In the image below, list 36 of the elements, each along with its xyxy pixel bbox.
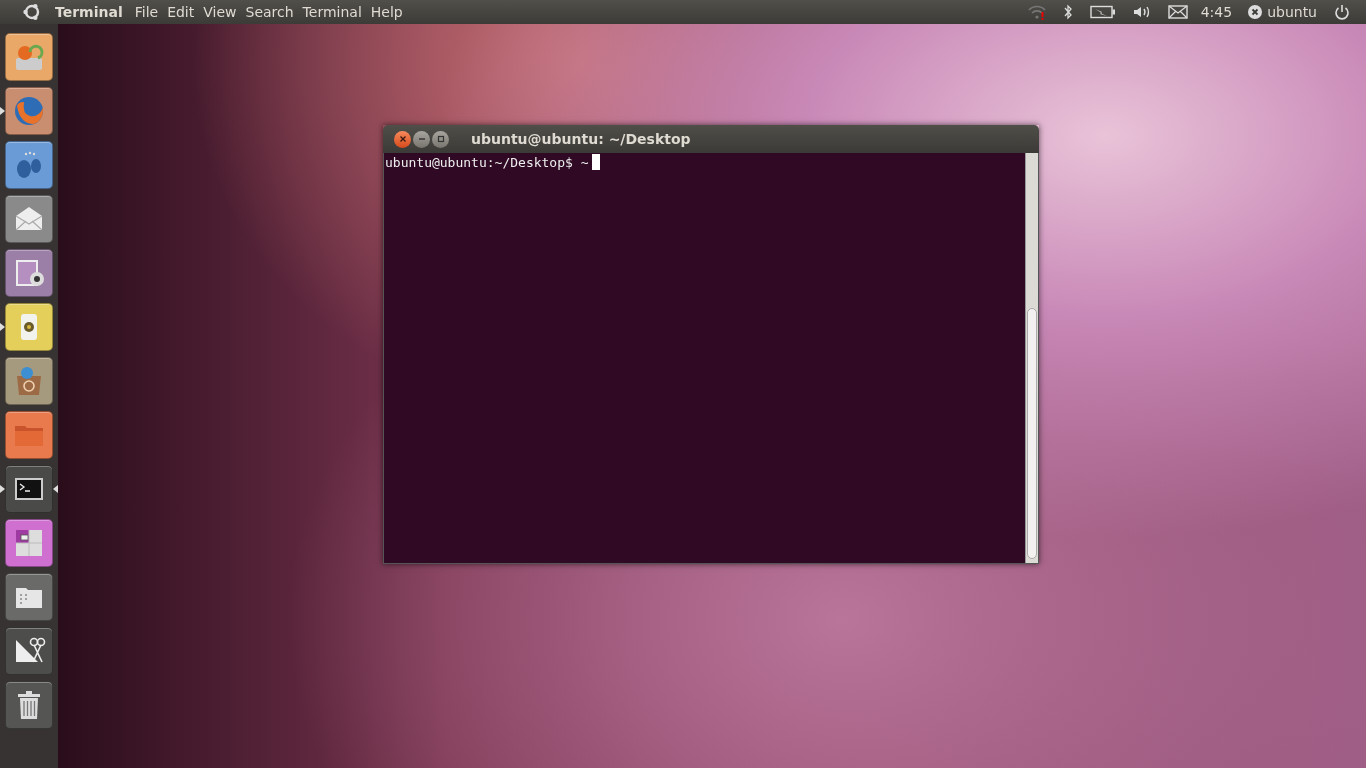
menu-item[interactable]: Help <box>370 4 403 20</box>
user-status-icon[interactable] <box>1247 4 1264 20</box>
envelope-icon[interactable] <box>1167 5 1188 19</box>
close-button[interactable] <box>394 130 411 148</box>
app-name: Terminal <box>55 4 123 20</box>
power-icon[interactable] <box>1334 4 1350 20</box>
globe-icon <box>12 94 46 128</box>
launcher-item[interactable] <box>5 519 53 567</box>
launcher-item[interactable] <box>5 249 53 297</box>
bluetooth-icon[interactable] <box>1062 4 1073 20</box>
menu-item[interactable]: Terminal <box>302 4 362 20</box>
menu-item[interactable]: Search <box>245 4 294 20</box>
launcher-item[interactable] <box>5 573 53 621</box>
scrollbar[interactable] <box>1025 153 1038 563</box>
menu-item[interactable]: Edit <box>167 4 195 20</box>
menu-item[interactable]: View <box>203 4 237 20</box>
text-cursor <box>591 154 600 170</box>
close-icon <box>398 135 407 143</box>
maximize-icon <box>436 135 445 143</box>
minimize-icon <box>417 135 426 143</box>
launcher-item[interactable] <box>5 627 53 675</box>
volume-icon[interactable] <box>1132 5 1151 19</box>
launcher-item[interactable] <box>5 195 53 243</box>
ubuntu-logo-icon[interactable] <box>22 2 42 22</box>
launcher-item[interactable] <box>5 465 53 513</box>
window-title: ubuntu@ubuntu: ~/Desktop <box>471 131 691 147</box>
maximize-button[interactable] <box>432 130 449 148</box>
terminal-line: ubuntu@ubuntu:~/Desktop$ ~ <box>385 154 589 170</box>
battery-icon[interactable] <box>1089 5 1116 19</box>
launcher-item[interactable] <box>5 303 53 351</box>
clock[interactable]: 4:45 <box>1200 4 1233 20</box>
launcher-item[interactable] <box>5 681 53 729</box>
scrollbar-thumb[interactable] <box>1027 308 1037 559</box>
menu-item[interactable]: File <box>134 4 159 20</box>
minimize-button[interactable] <box>413 130 430 148</box>
user-name[interactable]: ubuntu <box>1267 4 1317 20</box>
